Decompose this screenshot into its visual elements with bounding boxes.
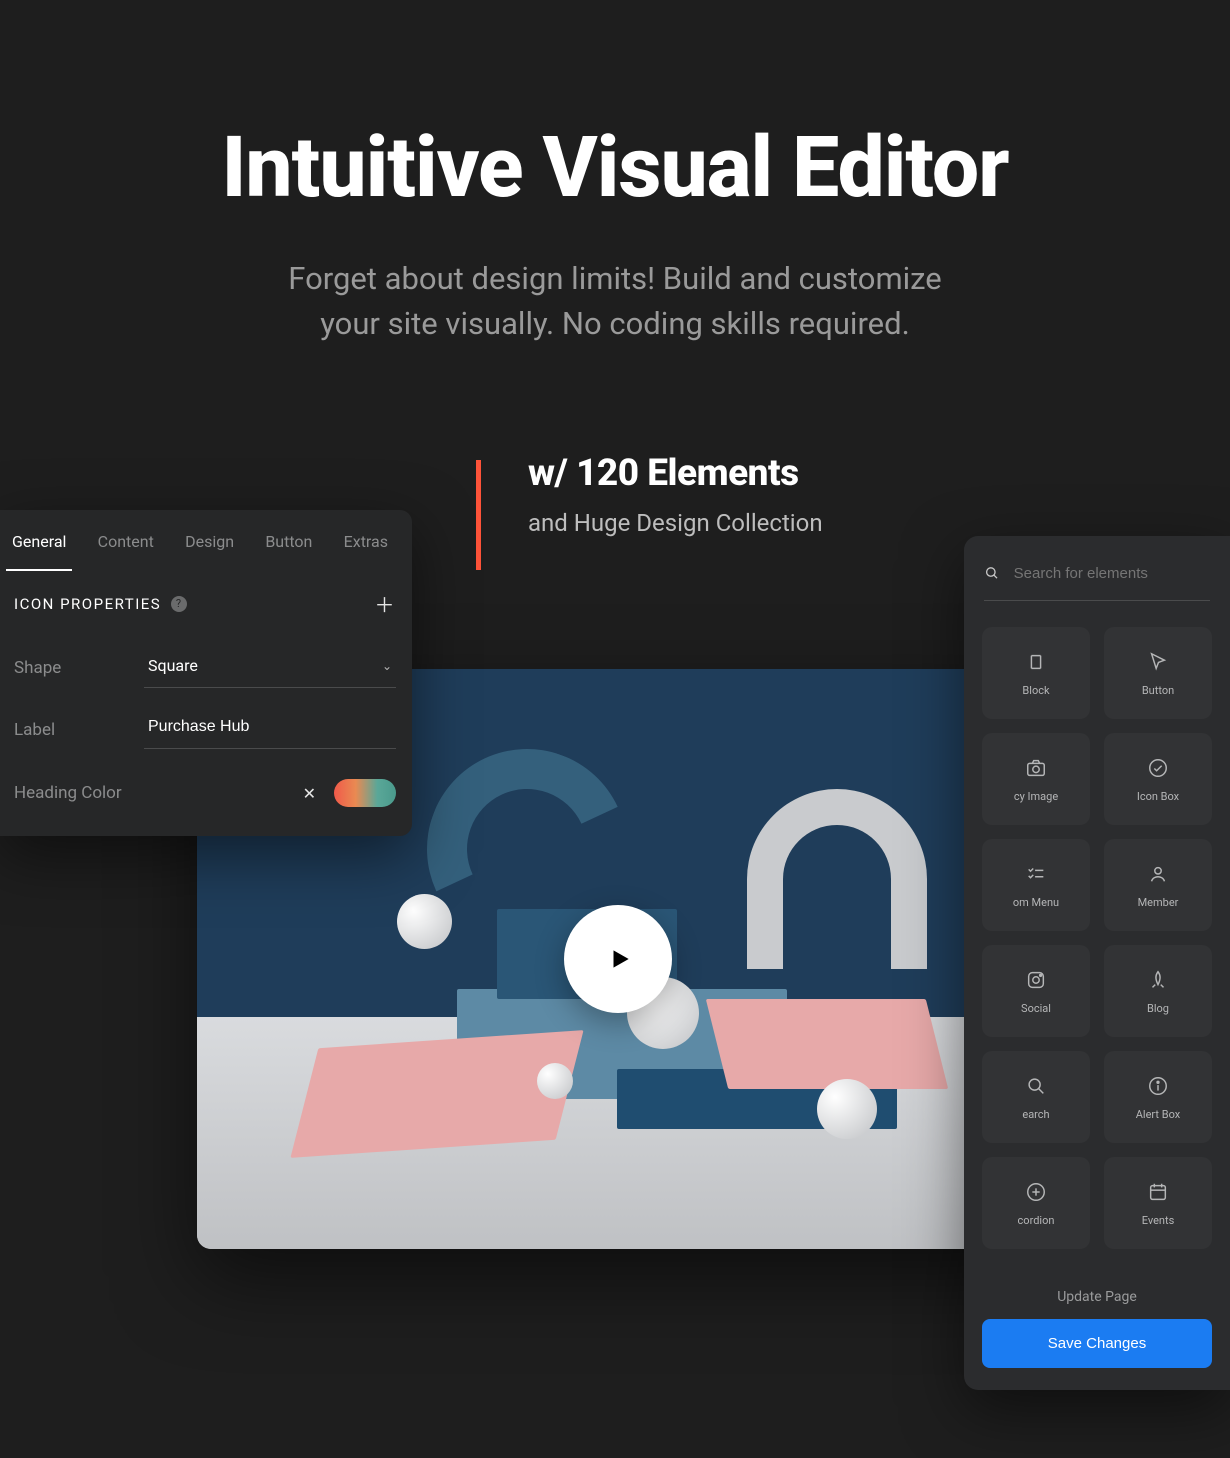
check-circle-icon xyxy=(1146,756,1170,780)
heading-color-label: Heading Color xyxy=(14,783,144,803)
add-icon[interactable]: ＋ xyxy=(375,589,397,618)
magnifier-icon xyxy=(1024,1074,1048,1098)
user-icon xyxy=(1146,862,1170,886)
element-label: Member xyxy=(1138,896,1179,909)
element-member[interactable]: Member xyxy=(1104,839,1212,931)
page-title: Intuitive Visual Editor xyxy=(0,118,1230,217)
search-icon xyxy=(984,564,1000,582)
element-search[interactable]: earch xyxy=(982,1051,1090,1143)
element-blog[interactable]: Blog xyxy=(1104,945,1212,1037)
cursor-icon xyxy=(1146,650,1170,674)
label-label: Label xyxy=(14,720,144,740)
tab-general[interactable]: General xyxy=(6,532,72,571)
element-social[interactable]: Social xyxy=(982,945,1090,1037)
element-label: Button xyxy=(1142,684,1174,697)
element-events[interactable]: Events xyxy=(1104,1157,1212,1249)
element-label: cy Image xyxy=(1014,790,1058,803)
element-label: Social xyxy=(1021,1002,1051,1015)
label-input[interactable] xyxy=(148,718,392,736)
help-icon[interactable]: ? xyxy=(171,596,187,612)
play-icon xyxy=(607,946,633,972)
element-label: Events xyxy=(1142,1214,1175,1227)
clear-color-icon[interactable]: ✕ xyxy=(303,784,316,803)
element-fancy-image[interactable]: cy Image xyxy=(982,733,1090,825)
element-label: Blog xyxy=(1147,1002,1169,1015)
update-page-link[interactable]: Update Page xyxy=(982,1275,1212,1319)
element-label: om Menu xyxy=(1013,896,1059,909)
calendar-icon xyxy=(1146,1180,1170,1204)
play-button[interactable] xyxy=(564,905,672,1013)
pen-icon xyxy=(1146,968,1170,992)
element-custom-menu[interactable]: om Menu xyxy=(982,839,1090,931)
list-check-icon xyxy=(1024,862,1048,886)
search-input[interactable] xyxy=(1014,565,1210,582)
text-block-icon xyxy=(1024,650,1048,674)
element-alert-box[interactable]: Alert Box xyxy=(1104,1051,1212,1143)
tab-content[interactable]: Content xyxy=(92,532,160,571)
color-swatch[interactable] xyxy=(334,779,396,807)
tab-extras[interactable]: Extras xyxy=(338,532,394,571)
element-label: cordion xyxy=(1018,1214,1055,1227)
shape-select[interactable]: Square ⌄ xyxy=(144,648,396,688)
elements-count-title: w/ 120 Elements xyxy=(528,452,823,495)
shape-label: Shape xyxy=(14,658,144,678)
elements-panel: Block Button cy Image Icon Box om Menu xyxy=(964,536,1230,1390)
camera-icon xyxy=(1024,756,1048,780)
instagram-icon xyxy=(1024,968,1048,992)
chevron-down-icon: ⌄ xyxy=(382,659,392,673)
tab-design[interactable]: Design xyxy=(179,532,240,571)
save-changes-button[interactable]: Save Changes xyxy=(982,1319,1212,1368)
element-icon-box[interactable]: Icon Box xyxy=(1104,733,1212,825)
element-text-block[interactable]: Block xyxy=(982,627,1090,719)
info-icon xyxy=(1146,1074,1170,1098)
element-label: Icon Box xyxy=(1137,790,1179,803)
plus-circle-icon xyxy=(1024,1180,1048,1204)
element-label: Alert Box xyxy=(1136,1108,1180,1121)
element-label: earch xyxy=(1022,1108,1049,1121)
elements-count-subtitle: and Huge Design Collection xyxy=(528,509,823,537)
element-button[interactable]: Button xyxy=(1104,627,1212,719)
page-subtitle: Forget about design limits! Build and cu… xyxy=(0,257,1230,347)
element-label: Block xyxy=(1022,684,1049,697)
accent-bar xyxy=(476,460,481,570)
tab-button[interactable]: Button xyxy=(259,532,318,571)
section-title: ICON PROPERTIES xyxy=(14,595,161,613)
properties-panel: General Content Design Button Extras ICO… xyxy=(0,510,412,836)
element-accordion[interactable]: cordion xyxy=(982,1157,1090,1249)
